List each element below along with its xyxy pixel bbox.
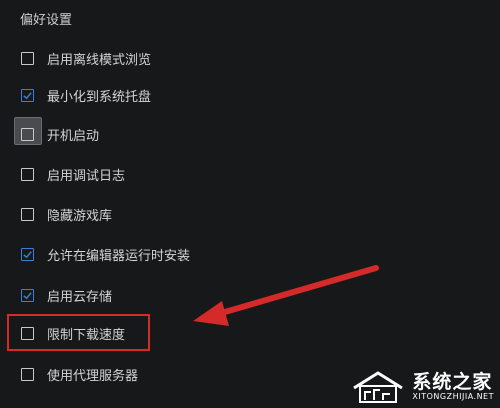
hide-game-library-label: 隐藏游戏库	[47, 208, 113, 224]
option-use-proxy-server[interactable]: 使用代理服务器	[21, 363, 138, 385]
install-while-editor-running-label: 允许在编辑器运行时安装	[47, 248, 191, 264]
debug-log-label: 启用调试日志	[47, 168, 126, 184]
debug-log-checkbox[interactable]	[21, 167, 34, 181]
check-icon	[23, 291, 32, 299]
option-cloud-storage[interactable]: 启用云存储	[21, 284, 112, 306]
launch-at-startup-checkbox[interactable]	[21, 127, 34, 141]
annotation-highlight-box	[7, 314, 150, 351]
watermark-cn-text: 系统之家	[412, 371, 493, 393]
minimize-to-tray-checkbox[interactable]	[21, 88, 34, 102]
use-proxy-server-label: 使用代理服务器	[47, 368, 139, 384]
hide-game-library-checkbox[interactable]	[21, 207, 34, 221]
minimize-to-tray-label: 最小化到系统托盘	[47, 89, 152, 105]
option-install-while-editor-running[interactable]: 允许在编辑器运行时安装	[21, 243, 190, 265]
cloud-storage-checkbox[interactable]	[21, 288, 34, 302]
option-minimize-to-tray[interactable]: 最小化到系统托盘	[21, 84, 151, 106]
watermark-house-logo-icon	[353, 371, 404, 403]
use-proxy-server-checkbox[interactable]	[21, 367, 34, 381]
offline-mode-checkbox[interactable]	[21, 51, 34, 65]
install-while-editor-running-checkbox[interactable]	[21, 247, 34, 261]
cloud-storage-label: 启用云存储	[47, 289, 113, 305]
offline-mode-label: 启用离线模式浏览	[47, 52, 152, 68]
check-icon	[23, 250, 32, 258]
watermark-en-text: XITONGZHIJIA.NET	[412, 392, 494, 401]
option-hide-game-library[interactable]: 隐藏游戏库	[21, 203, 112, 225]
option-launch-at-startup[interactable]: 开机启动	[14, 117, 100, 145]
option-debug-log[interactable]: 启用调试日志	[21, 163, 125, 185]
launch-at-startup-label: 开机启动	[47, 128, 100, 144]
section-title: 偏好设置	[20, 13, 73, 28]
check-icon	[23, 91, 32, 99]
option-offline-mode[interactable]: 启用离线模式浏览	[21, 47, 151, 69]
watermark: 系统之家 XITONGZHIJIA.NET	[350, 370, 494, 404]
